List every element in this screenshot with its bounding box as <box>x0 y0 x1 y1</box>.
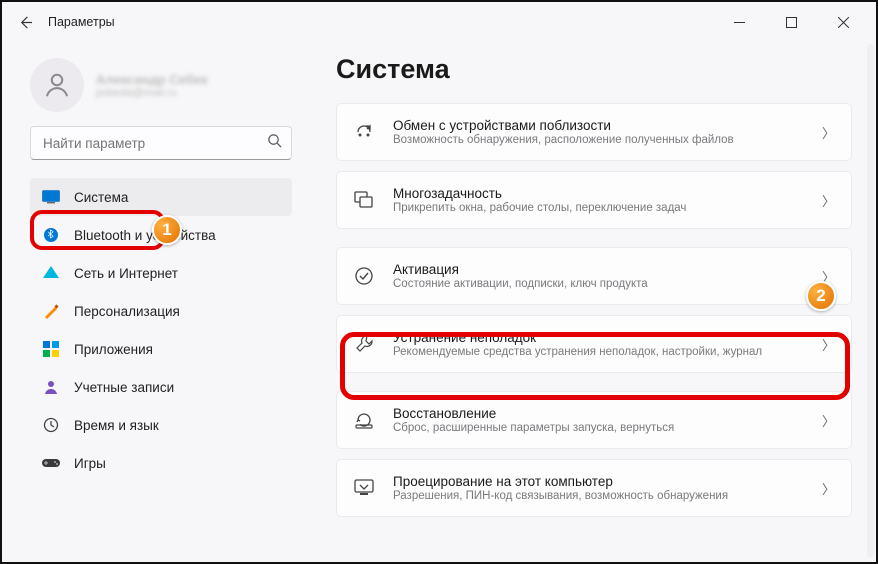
nav-item-system[interactable]: Система <box>30 178 292 216</box>
maximize-button[interactable] <box>776 7 806 37</box>
nav-list: Система Bluetooth и устройства Сеть и Ин… <box>30 178 292 482</box>
search-icon <box>267 133 282 153</box>
card-title: Многозадачность <box>393 186 804 201</box>
window-controls <box>724 7 866 37</box>
chevron-right-icon: 〉 <box>822 411 835 430</box>
card-projecting[interactable]: Проецирование на этот компьютерРазрешени… <box>336 459 852 517</box>
nav-label: Bluetooth и устройства <box>74 228 216 243</box>
nav-item-apps[interactable]: Приложения <box>30 330 292 368</box>
card-subtitle: Разрешения, ПИН-код связывания, возможно… <box>393 490 804 502</box>
card-title: Восстановление <box>393 406 804 421</box>
nav-label: Игры <box>74 456 106 471</box>
nav-label: Время и язык <box>74 418 159 433</box>
apps-icon <box>42 340 60 358</box>
nav-item-time-language[interactable]: Время и язык <box>30 406 292 444</box>
bluetooth-icon <box>42 226 60 244</box>
close-icon <box>838 17 849 28</box>
person-icon <box>42 70 72 100</box>
maximize-icon <box>786 17 797 28</box>
arrow-left-icon <box>18 15 33 30</box>
chevron-right-icon: 〉 <box>822 123 835 142</box>
card-subtitle: Прикрепить окна, рабочие столы, переключ… <box>393 202 804 214</box>
accounts-icon <box>42 378 60 396</box>
chevron-right-icon: 〉 <box>822 479 835 498</box>
nav-item-network[interactable]: Сеть и Интернет <box>30 254 292 292</box>
multitasking-icon <box>353 189 375 211</box>
nav-item-bluetooth[interactable]: Bluetooth и устройства <box>30 216 292 254</box>
nav-label: Приложения <box>74 342 153 357</box>
settings-window: Параметры Александр Себек pobeda@mail.ru <box>0 0 878 564</box>
card-title: Проецирование на этот компьютер <box>393 474 804 489</box>
card-activation[interactable]: АктивацияСостояние активации, подписки, … <box>336 247 852 305</box>
card-title: Устранение неполадок <box>393 330 804 345</box>
system-icon <box>42 188 60 206</box>
minimize-icon <box>734 17 745 28</box>
troubleshoot-icon <box>353 333 375 355</box>
chevron-right-icon: 〉 <box>822 191 835 210</box>
nav-item-accounts[interactable]: Учетные записи <box>30 368 292 406</box>
page-title: Система <box>336 54 852 85</box>
share-icon <box>353 121 375 143</box>
nav-label: Учетные записи <box>74 380 174 395</box>
scrollbar[interactable] <box>867 44 874 558</box>
search-box <box>30 126 292 160</box>
card-subtitle: Возможность обнаружения, расположение по… <box>393 134 804 146</box>
card-subtitle: Сброс, расширенные параметры запуска, ве… <box>393 422 804 434</box>
user-name: Александр Себек <box>96 72 208 87</box>
card-troubleshoot[interactable]: Устранение неполадокРекомендуемые средст… <box>336 315 852 373</box>
card-subtitle: Рекомендуемые средства устранения непола… <box>393 346 804 358</box>
card-multitasking[interactable]: МногозадачностьПрикрепить окна, рабочие … <box>336 171 852 229</box>
nav-label: Персонализация <box>74 304 180 319</box>
chevron-right-icon: 〉 <box>822 335 835 354</box>
network-icon <box>42 264 60 282</box>
card-subtitle: Состояние активации, подписки, ключ прод… <box>393 278 804 290</box>
chevron-right-icon: 〉 <box>822 267 835 286</box>
search-input[interactable] <box>30 126 292 160</box>
nav-item-personalization[interactable]: Персонализация <box>30 292 292 330</box>
projecting-icon <box>353 477 375 499</box>
close-button[interactable] <box>828 7 858 37</box>
back-button[interactable] <box>12 9 38 35</box>
gaming-icon <box>42 454 60 472</box>
card-nearby-sharing[interactable]: Обмен с устройствами поблизостиВозможнос… <box>336 103 852 161</box>
user-email: pobeda@mail.ru <box>96 87 208 99</box>
nav-item-gaming[interactable]: Игры <box>30 444 292 482</box>
window-title: Параметры <box>48 15 115 29</box>
nav-label: Сеть и Интернет <box>74 266 178 281</box>
titlebar: Параметры <box>2 2 876 42</box>
recovery-icon <box>353 409 375 431</box>
main-content: Система Обмен с устройствами поблизостиВ… <box>308 42 876 562</box>
time-language-icon <box>42 416 60 434</box>
avatar <box>30 58 84 112</box>
window-body: Александр Себек pobeda@mail.ru Система B… <box>2 42 876 562</box>
card-recovery[interactable]: ВосстановлениеСброс, расширенные парамет… <box>336 391 852 449</box>
minimize-button[interactable] <box>724 7 754 37</box>
card-title: Обмен с устройствами поблизости <box>393 118 804 133</box>
card-title: Активация <box>393 262 804 277</box>
user-block[interactable]: Александр Себек pobeda@mail.ru <box>30 58 292 112</box>
sidebar: Александр Себек pobeda@mail.ru Система B… <box>2 42 308 562</box>
personalization-icon <box>42 302 60 320</box>
activation-icon <box>353 265 375 287</box>
user-text: Александр Себек pobeda@mail.ru <box>96 72 208 99</box>
nav-label: Система <box>74 190 128 205</box>
